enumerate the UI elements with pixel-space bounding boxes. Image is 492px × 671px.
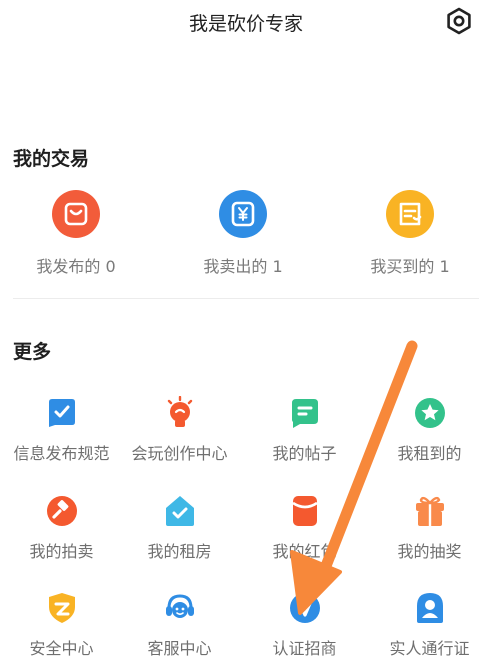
- grid-item-my-lottery[interactable]: 我的抽奖: [368, 494, 491, 574]
- grid-item-creator-center[interactable]: 会玩创作中心: [118, 396, 241, 476]
- grid-label-my-housing: 我的租房: [147, 542, 212, 561]
- grid-label-creator-center: 会玩创作中心: [131, 444, 228, 463]
- section-divider: [13, 298, 479, 299]
- grid-label-my-rentals: 我租到的: [397, 444, 462, 463]
- grid-label-red-envelope: 我的红包: [272, 542, 337, 561]
- star-badge-icon: [414, 398, 445, 428]
- grid-label-my-lottery: 我的抽奖: [397, 542, 462, 561]
- receipt-icon: [386, 190, 434, 238]
- house-check-icon: [165, 496, 194, 526]
- check-flag-icon: [48, 399, 75, 427]
- shopping-bag-icon: [52, 190, 100, 238]
- more-title: 更多: [13, 341, 52, 363]
- grid-label-real-name-pass: 实人通行证: [389, 639, 470, 658]
- grid-item-my-posts[interactable]: 我的帖子: [243, 396, 366, 476]
- trade-item-bought[interactable]: 我买到的 1: [340, 190, 480, 280]
- grid-item-certification[interactable]: 认证招商: [243, 591, 366, 671]
- grid-item-publish-rules[interactable]: 信息发布规范: [0, 396, 123, 476]
- grid-label-my-posts: 我的帖子: [272, 444, 337, 463]
- shield-icon: [48, 593, 75, 623]
- post-icon: [291, 399, 318, 428]
- grid-item-my-rentals[interactable]: 我租到的: [368, 396, 491, 476]
- trade-label-published: 我发布的 0: [36, 257, 116, 276]
- trade-label-bought: 我买到的 1: [370, 257, 450, 276]
- grid-item-my-housing[interactable]: 我的租房: [118, 494, 241, 574]
- lightbulb-icon: [167, 396, 192, 427]
- grid-label-customer-service: 客服中心: [147, 639, 212, 658]
- my-trades-title: 我的交易: [13, 148, 90, 170]
- grid-item-my-auction[interactable]: 我的拍卖: [0, 494, 123, 574]
- grid-label-my-auction: 我的拍卖: [29, 542, 94, 561]
- grid-label-certification: 认证招商: [272, 639, 337, 658]
- trade-item-published[interactable]: 我发布的 0: [6, 190, 146, 280]
- gift-box-icon: [415, 496, 444, 526]
- auction-hammer-icon: [46, 496, 77, 526]
- top-bar: 我是砍价专家: [0, 0, 492, 44]
- page-title: 我是砍价专家: [188, 13, 303, 35]
- settings-button[interactable]: [444, 6, 474, 36]
- settings-hexagon-icon: [447, 7, 471, 35]
- grid-label-security-center: 安全中心: [29, 639, 94, 658]
- grid-item-customer-service[interactable]: 客服中心: [118, 591, 241, 671]
- grid-item-real-name-pass[interactable]: 实人通行证: [368, 591, 491, 671]
- grid-item-security-center[interactable]: 安全中心: [0, 591, 123, 671]
- headset-icon: [165, 594, 194, 618]
- trade-item-sold[interactable]: 我卖出的 1: [173, 190, 313, 280]
- verified-v-icon: [289, 593, 320, 623]
- red-envelope-icon: [291, 496, 318, 526]
- yuan-wallet-icon: [219, 190, 267, 238]
- grid-label-publish-rules: 信息发布规范: [13, 444, 110, 463]
- trade-label-sold: 我卖出的 1: [203, 257, 283, 276]
- person-id-icon: [416, 593, 443, 623]
- grid-item-red-envelope[interactable]: 我的红包: [243, 494, 366, 574]
